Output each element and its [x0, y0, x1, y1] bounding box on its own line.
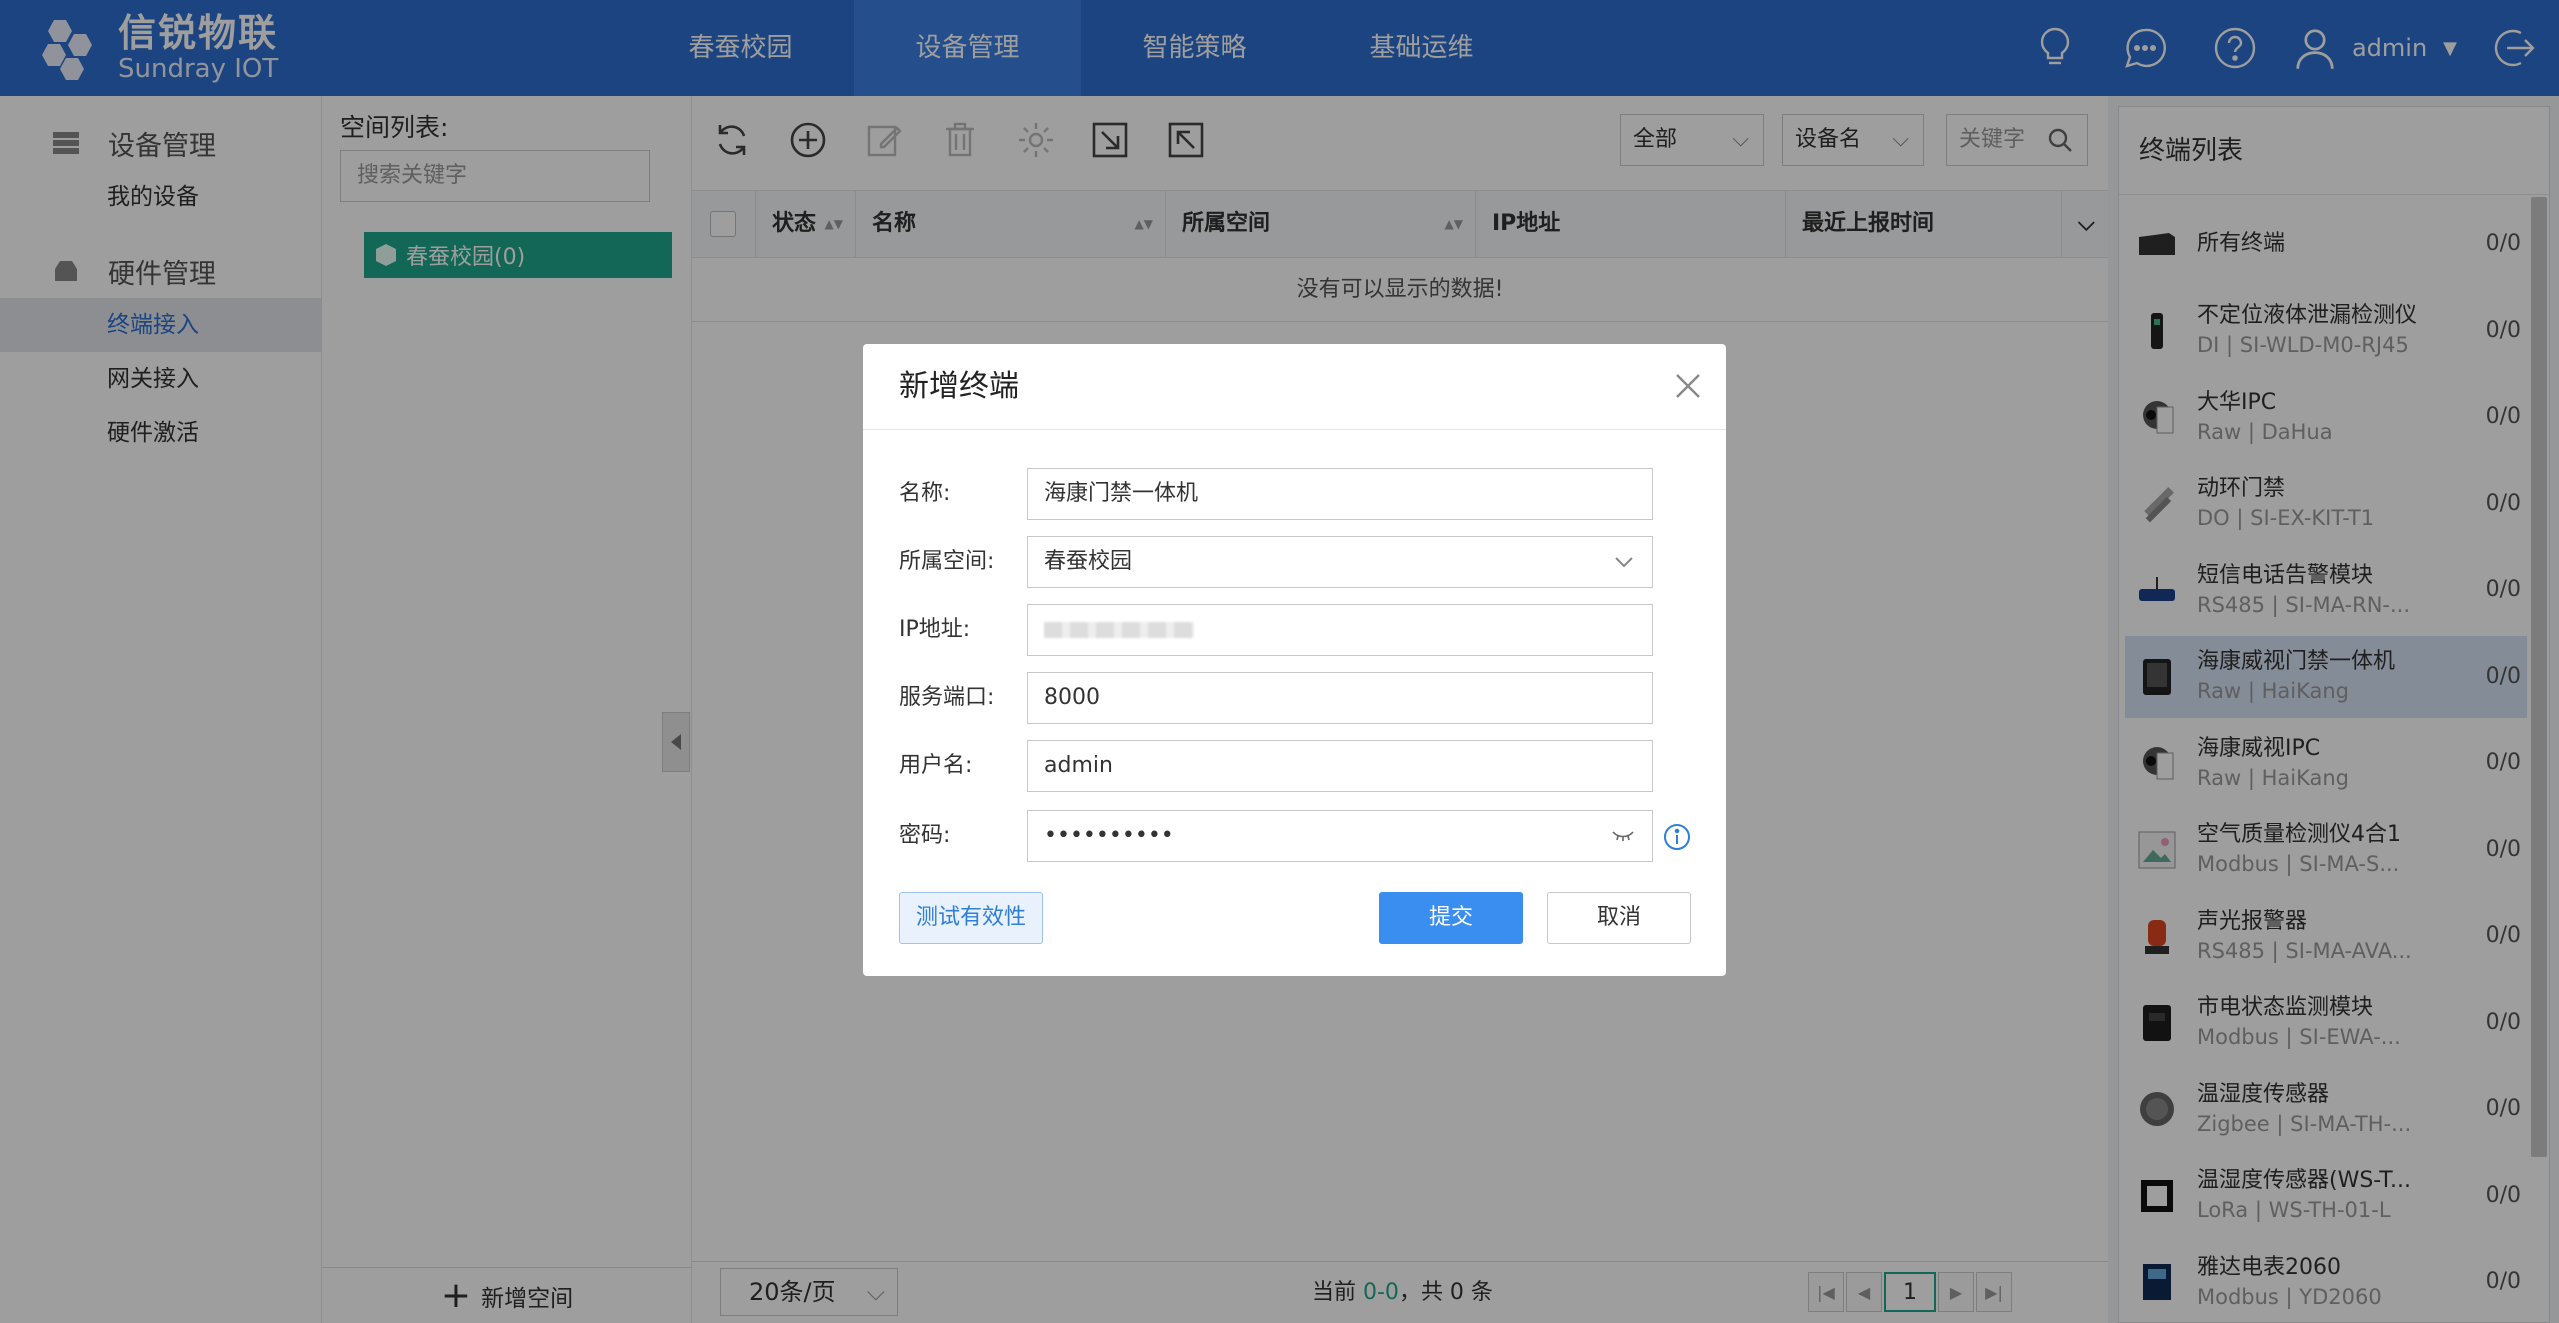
username-field-row: 用户名: admin [899, 740, 1689, 792]
password-input[interactable]: •••••••••• [1027, 810, 1653, 862]
cancel-button[interactable]: 取消 [1547, 892, 1691, 944]
ip-label: IP地址: [899, 617, 971, 642]
add-terminal-dialog: 新增终端 名称: 海康门禁一体机 所属空间: 春蚕校园 IP地址: 服务端口: … [863, 344, 1726, 976]
dialog-title: 新增终端 [899, 369, 1019, 404]
password-label: 密码: [899, 823, 951, 848]
space-select-value: 春蚕校园 [1044, 549, 1133, 574]
name-input[interactable]: 海康门禁一体机 [1027, 468, 1653, 520]
port-input[interactable]: 8000 [1027, 672, 1653, 724]
close-icon[interactable] [1670, 368, 1706, 404]
app-root: 信锐物联 Sundray IOT 春蚕校园 设备管理 智能策略 基础运维 adm… [0, 0, 2559, 1323]
dialog-header: 新增终端 [863, 344, 1726, 430]
name-label: 名称: [899, 481, 951, 506]
username-input[interactable]: admin [1027, 740, 1653, 792]
submit-button[interactable]: 提交 [1379, 892, 1523, 944]
space-label: 所属空间: [899, 549, 995, 574]
password-value: •••••••••• [1044, 823, 1174, 848]
username-label: 用户名: [899, 753, 973, 778]
chevron-down-icon [1614, 537, 1634, 587]
ip-input[interactable] [1027, 604, 1653, 656]
eye-closed-icon[interactable] [1612, 811, 1634, 861]
port-field-row: 服务端口: 8000 [899, 672, 1689, 724]
password-field-row: 密码: •••••••••• [899, 810, 1691, 862]
name-field-row: 名称: 海康门禁一体机 [899, 468, 1689, 520]
ip-field-row: IP地址: [899, 604, 1689, 656]
port-label: 服务端口: [899, 685, 995, 710]
space-field-row: 所属空间: 春蚕校园 [899, 536, 1689, 588]
test-validity-button[interactable]: 测试有效性 [899, 892, 1043, 944]
space-select[interactable]: 春蚕校园 [1027, 536, 1653, 588]
info-icon[interactable] [1663, 823, 1691, 851]
redacted-ip-value [1044, 622, 1194, 638]
